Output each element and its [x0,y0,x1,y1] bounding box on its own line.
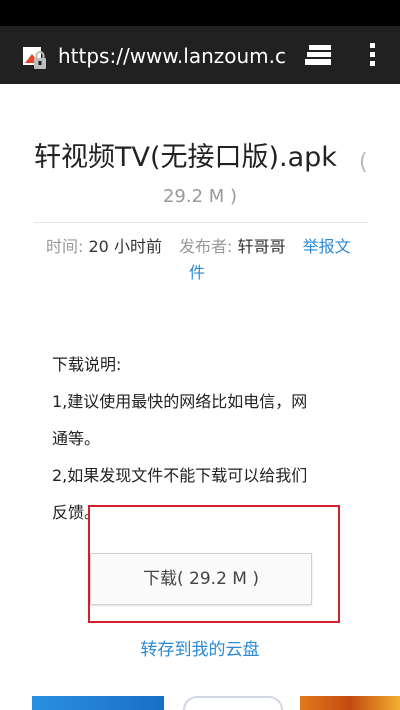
instruction-line: 2,如果发现文件不能下载可以给我们 [52,466,308,485]
file-title: 轩视频TV(无接口版).apk [34,142,337,173]
thumbnail-image[interactable] [32,696,164,710]
overflow-menu-icon[interactable] [368,42,378,68]
publisher-value: 轩哥哥 [237,237,286,256]
download-instructions: 下载说明: 1,建议使用最快的网络比如电信，网 通等。 2,如果发现文件不能下载… [52,346,352,531]
size-paren-open: ( [359,150,368,175]
meta-row: 时间: 20 小时前 发布者: 轩哥哥 举报文 [46,234,351,260]
tabs-icon[interactable] [305,44,335,66]
status-bar [0,0,400,26]
file-size: 29.2 M ) [162,186,238,207]
instruction-line: 1,建议使用最快的网络比如电信，网 [52,392,308,411]
report-file-link[interactable]: 举报文 [303,237,351,256]
page-content: 轩视频TV(无接口版).apk ( 29.2 M ) 时间: 20 小时前 发布… [0,84,400,710]
thumbnail-image[interactable] [183,696,283,710]
report-file-link-continued[interactable]: 件 [189,260,205,286]
browser-toolbar: https://www.lanzoum.com [0,26,400,84]
time-label: 时间: [46,237,84,256]
download-button[interactable]: 下载( 29.2 M ) [90,553,312,605]
lock-page-icon[interactable] [22,46,48,72]
thumbnail-image[interactable] [300,696,400,710]
save-to-cloud-link[interactable]: 转存到我的云盘 [0,636,400,664]
instructions-heading: 下载说明: [52,355,122,374]
instruction-line: 通等。 [52,429,101,448]
divider [34,222,368,223]
time-value: 20 小时前 [88,237,162,256]
publisher-label: 发布者: [179,237,233,256]
url-bar[interactable]: https://www.lanzoum.com [58,43,286,69]
